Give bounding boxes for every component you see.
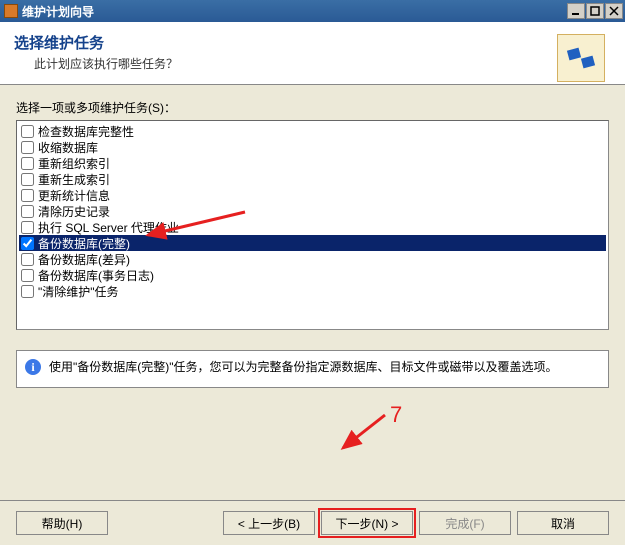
page-title: 选择维护任务 bbox=[14, 32, 611, 53]
finish-button: 完成(F) bbox=[419, 511, 511, 535]
task-checkbox[interactable] bbox=[21, 157, 34, 170]
titlebar: 维护计划向导 bbox=[0, 0, 625, 22]
close-button[interactable] bbox=[605, 3, 623, 19]
task-item[interactable]: 备份数据库(事务日志) bbox=[19, 267, 606, 283]
task-label: 重新生成索引 bbox=[38, 171, 110, 188]
task-label: 备份数据库(完整) bbox=[38, 235, 130, 252]
task-checkbox[interactable] bbox=[21, 141, 34, 154]
task-checkbox[interactable] bbox=[21, 221, 34, 234]
page-subtitle: 此计划应该执行哪些任务？ bbox=[14, 55, 611, 72]
task-checkbox[interactable] bbox=[21, 269, 34, 282]
task-label: 清除历史记录 bbox=[38, 203, 110, 220]
wizard-body: 选择一项或多项维护任务(S)： 检查数据库完整性收缩数据库重新组织索引重新生成索… bbox=[0, 85, 625, 500]
button-row: 帮助(H) < 上一步(B) 下一步(N) > 完成(F) 取消 bbox=[0, 500, 625, 545]
annotation-arrow-2 bbox=[335, 410, 395, 455]
description-text: 使用"备份数据库(完整)"任务，您可以为完整备份指定源数据库、目标文件或磁带以及… bbox=[49, 359, 558, 376]
task-label: 重新组织索引 bbox=[38, 155, 110, 172]
task-item[interactable]: 收缩数据库 bbox=[19, 139, 606, 155]
task-label: 执行 SQL Server 代理作业 bbox=[38, 219, 179, 236]
info-icon: i bbox=[25, 359, 41, 375]
task-checkbox[interactable] bbox=[21, 125, 34, 138]
task-item[interactable]: 重新生成索引 bbox=[19, 171, 606, 187]
next-button[interactable]: 下一步(N) > bbox=[321, 511, 413, 535]
task-checkbox[interactable] bbox=[21, 205, 34, 218]
maximize-button[interactable] bbox=[586, 3, 604, 19]
task-prompt: 选择一项或多项维护任务(S)： bbox=[16, 99, 609, 116]
window-controls bbox=[567, 3, 623, 19]
task-item[interactable]: 检查数据库完整性 bbox=[19, 123, 606, 139]
task-item[interactable]: 清除历史记录 bbox=[19, 203, 606, 219]
task-item[interactable]: 重新组织索引 bbox=[19, 155, 606, 171]
task-label: 收缩数据库 bbox=[38, 139, 98, 156]
task-checkbox[interactable] bbox=[21, 253, 34, 266]
annotation-number: 7 bbox=[390, 402, 402, 428]
cancel-button[interactable]: 取消 bbox=[517, 511, 609, 535]
task-label: 备份数据库(差异) bbox=[38, 251, 130, 268]
app-icon bbox=[4, 4, 18, 18]
window-title: 维护计划向导 bbox=[22, 3, 567, 20]
task-listbox[interactable]: 检查数据库完整性收缩数据库重新组织索引重新生成索引更新统计信息清除历史记录执行 … bbox=[16, 120, 609, 330]
task-item[interactable]: "清除维护"任务 bbox=[19, 283, 606, 299]
task-item[interactable]: 备份数据库(差异) bbox=[19, 251, 606, 267]
task-checkbox[interactable] bbox=[21, 189, 34, 202]
task-item[interactable]: 更新统计信息 bbox=[19, 187, 606, 203]
task-checkbox[interactable] bbox=[21, 173, 34, 186]
help-button[interactable]: 帮助(H) bbox=[16, 511, 108, 535]
task-checkbox[interactable] bbox=[21, 285, 34, 298]
task-checkbox[interactable] bbox=[21, 237, 34, 250]
task-label: 备份数据库(事务日志) bbox=[38, 267, 154, 284]
header-graphic-icon bbox=[557, 34, 605, 82]
task-label: 更新统计信息 bbox=[38, 187, 110, 204]
description-box: i 使用"备份数据库(完整)"任务，您可以为完整备份指定源数据库、目标文件或磁带… bbox=[16, 350, 609, 388]
task-label: "清除维护"任务 bbox=[38, 283, 119, 300]
back-button[interactable]: < 上一步(B) bbox=[223, 511, 315, 535]
task-item[interactable]: 备份数据库(完整) bbox=[19, 235, 606, 251]
wizard-header: 选择维护任务 此计划应该执行哪些任务？ bbox=[0, 22, 625, 85]
minimize-button[interactable] bbox=[567, 3, 585, 19]
task-item[interactable]: 执行 SQL Server 代理作业 bbox=[19, 219, 606, 235]
task-label: 检查数据库完整性 bbox=[38, 123, 134, 140]
